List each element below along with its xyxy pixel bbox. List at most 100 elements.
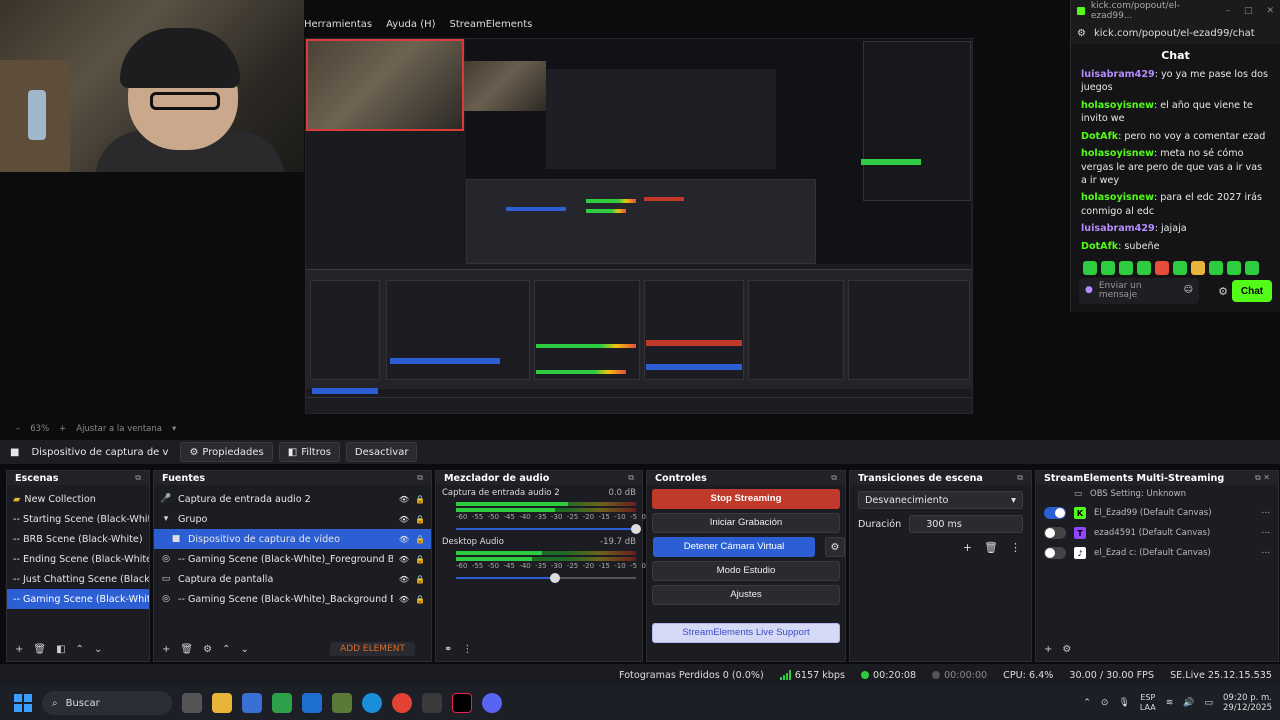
chat-username[interactable]: holasoyisnew — [1081, 192, 1154, 203]
filter-icon[interactable]: ◧ — [56, 644, 65, 655]
battery-icon[interactable]: ▭ — [1204, 698, 1213, 708]
lock-icon[interactable]: 🔒 — [415, 515, 425, 524]
add-element-button[interactable]: ADD ELEMENT — [330, 642, 415, 656]
chat-username[interactable]: luisabram429 — [1081, 69, 1155, 80]
emote-icon[interactable] — [1101, 261, 1115, 276]
scene-item[interactable]: -- Gaming Scene (Black-White) — [7, 589, 149, 609]
start-recording-button[interactable]: Iniciar Grabación — [652, 513, 840, 533]
destination-toggle[interactable] — [1044, 507, 1066, 519]
minecraft-icon[interactable] — [332, 693, 352, 713]
chrome-icon[interactable] — [392, 693, 412, 713]
move-up-icon[interactable]: ⌃ — [222, 644, 230, 655]
deactivate-button[interactable]: Desactivar — [345, 442, 418, 462]
chat-send-button[interactable]: Chat — [1232, 280, 1272, 302]
dock-popout-icon[interactable]: ⧉ — [135, 473, 141, 483]
chat-input[interactable]: ● Enviar un mensaje ☺ — [1079, 278, 1199, 304]
add-icon[interactable]: + — [963, 541, 972, 554]
close-icon[interactable]: ⧉ ✕ — [1255, 473, 1270, 483]
menu-herramientas[interactable]: Herramientas — [304, 19, 372, 30]
visibility-eye-icon[interactable]: 👁 — [399, 555, 409, 564]
app-icon[interactable] — [302, 693, 322, 713]
chat-username[interactable]: DotAfk — [1081, 241, 1118, 252]
emote-icon[interactable] — [1083, 261, 1097, 276]
trash-icon[interactable]: 🗑 — [180, 644, 193, 655]
discord-icon[interactable] — [482, 693, 502, 713]
smiley-icon[interactable]: ☺ — [1184, 285, 1193, 295]
virtual-camera-settings-icon[interactable]: ⚙ — [825, 537, 845, 557]
se-live-support-button[interactable]: StreamElements Live Support — [652, 623, 840, 643]
transition-select[interactable]: Desvanecimiento ▾ — [858, 491, 1023, 509]
url-bar[interactable]: ⚙ kick.com/popout/el-ezad99/chat — [1071, 22, 1280, 44]
visibility-eye-icon[interactable]: 👁 — [399, 535, 409, 544]
scene-item[interactable]: ▰ New Collection — [7, 489, 149, 509]
dock-popout-icon[interactable]: ⧉ — [417, 473, 423, 483]
chat-username[interactable]: holasoyisnew — [1081, 148, 1154, 159]
xbox-icon[interactable] — [272, 693, 292, 713]
file-explorer-icon[interactable] — [212, 693, 232, 713]
volume-slider[interactable] — [456, 573, 636, 583]
tiktok-icon[interactable] — [452, 693, 472, 713]
zoom-fit-dropdown[interactable]: Ajustar a la ventana — [76, 424, 162, 434]
add-icon[interactable]: + — [162, 644, 170, 655]
chat-username[interactable]: holasoyisnew — [1081, 100, 1154, 111]
lock-icon[interactable]: 🔒 — [415, 535, 425, 544]
task-view-icon[interactable] — [182, 693, 202, 713]
studio-mode-button[interactable]: Modo Estudio — [652, 561, 840, 581]
obs-icon[interactable] — [422, 693, 442, 713]
lock-icon[interactable]: 🔒 — [415, 555, 425, 564]
more-options-icon[interactable]: ⋮ — [462, 644, 472, 655]
dock-popout-icon[interactable]: ⧉ — [1017, 473, 1023, 483]
chevron-up-icon[interactable]: ⌃ — [1083, 698, 1091, 708]
link-icon[interactable]: ⚭ — [444, 644, 452, 655]
webcam-source-selected[interactable] — [306, 39, 464, 131]
edge-icon[interactable] — [362, 693, 382, 713]
preview-canvas[interactable] — [305, 38, 973, 414]
lock-icon[interactable]: 🔒 — [415, 495, 425, 504]
more-options-icon[interactable]: ⋯ — [1262, 528, 1271, 538]
source-item[interactable]: 🎤 Captura de entrada audio 2 👁 🔒 — [154, 489, 431, 509]
close-icon[interactable]: ✕ — [1266, 6, 1274, 16]
chat-username[interactable]: luisabram429 — [1081, 223, 1155, 234]
visibility-eye-icon[interactable]: 👁 — [399, 515, 409, 524]
language-indicator[interactable]: ESP LAA — [1140, 693, 1156, 712]
lock-icon[interactable]: 🔒 — [415, 595, 425, 604]
source-item[interactable]: ▭ Captura de pantalla 👁 🔒 — [154, 569, 431, 589]
network-icon[interactable]: ⊙ — [1101, 698, 1109, 708]
trash-icon[interactable]: 🗑 — [984, 541, 998, 554]
add-icon[interactable]: + — [1044, 644, 1052, 655]
scene-item[interactable]: -- Ending Scene (Black-White) — [7, 549, 149, 569]
dock-popout-icon[interactable]: ⧉ — [831, 473, 837, 483]
destination-toggle[interactable] — [1044, 547, 1066, 559]
add-icon[interactable]: + — [15, 644, 23, 655]
move-up-icon[interactable]: ⌃ — [76, 644, 84, 655]
chevron-down-icon[interactable]: ▾ — [172, 424, 176, 434]
properties-button[interactable]: ⚙ Propiedades — [180, 442, 273, 462]
destination-toggle[interactable] — [1044, 527, 1066, 539]
menu-streamelements[interactable]: StreamElements — [450, 19, 533, 30]
emote-icon[interactable] — [1137, 261, 1151, 276]
move-down-icon[interactable]: ⌄ — [94, 644, 102, 655]
chat-settings-icon[interactable]: ⚙ — [1218, 285, 1228, 298]
volume-icon[interactable]: 🔊 — [1183, 698, 1194, 708]
volume-slider[interactable] — [456, 524, 641, 534]
maximize-icon[interactable]: □ — [1244, 6, 1253, 16]
emote-icon[interactable] — [1119, 261, 1133, 276]
move-down-icon[interactable]: ⌄ — [240, 644, 248, 655]
more-options-icon[interactable]: ⋮ — [1010, 541, 1021, 554]
emote-icon[interactable] — [1209, 261, 1223, 276]
clock[interactable]: 09:20 p. m. 29/12/2025 — [1223, 693, 1272, 713]
visibility-eye-icon[interactable]: 👁 — [399, 575, 409, 584]
emote-icon[interactable] — [1191, 261, 1205, 276]
zoom-out-icon[interactable]: – — [16, 424, 20, 434]
mic-icon[interactable]: 🎙 — [1118, 698, 1129, 708]
emote-icon[interactable] — [1173, 261, 1187, 276]
menu-ayuda[interactable]: Ayuda (H) — [386, 19, 435, 30]
gear-icon[interactable]: ⚙ — [203, 644, 212, 655]
wifi-icon[interactable]: ≋ — [1166, 698, 1174, 708]
trash-icon[interactable]: 🗑 — [33, 644, 46, 655]
chat-username[interactable]: DotAfk — [1081, 131, 1118, 142]
dock-popout-icon[interactable]: ⧉ — [628, 473, 634, 483]
emote-picker-icon[interactable]: ● — [1085, 285, 1093, 295]
more-options-icon[interactable]: ⋯ — [1262, 548, 1271, 558]
filters-button[interactable]: ◧ Filtros — [278, 442, 340, 462]
